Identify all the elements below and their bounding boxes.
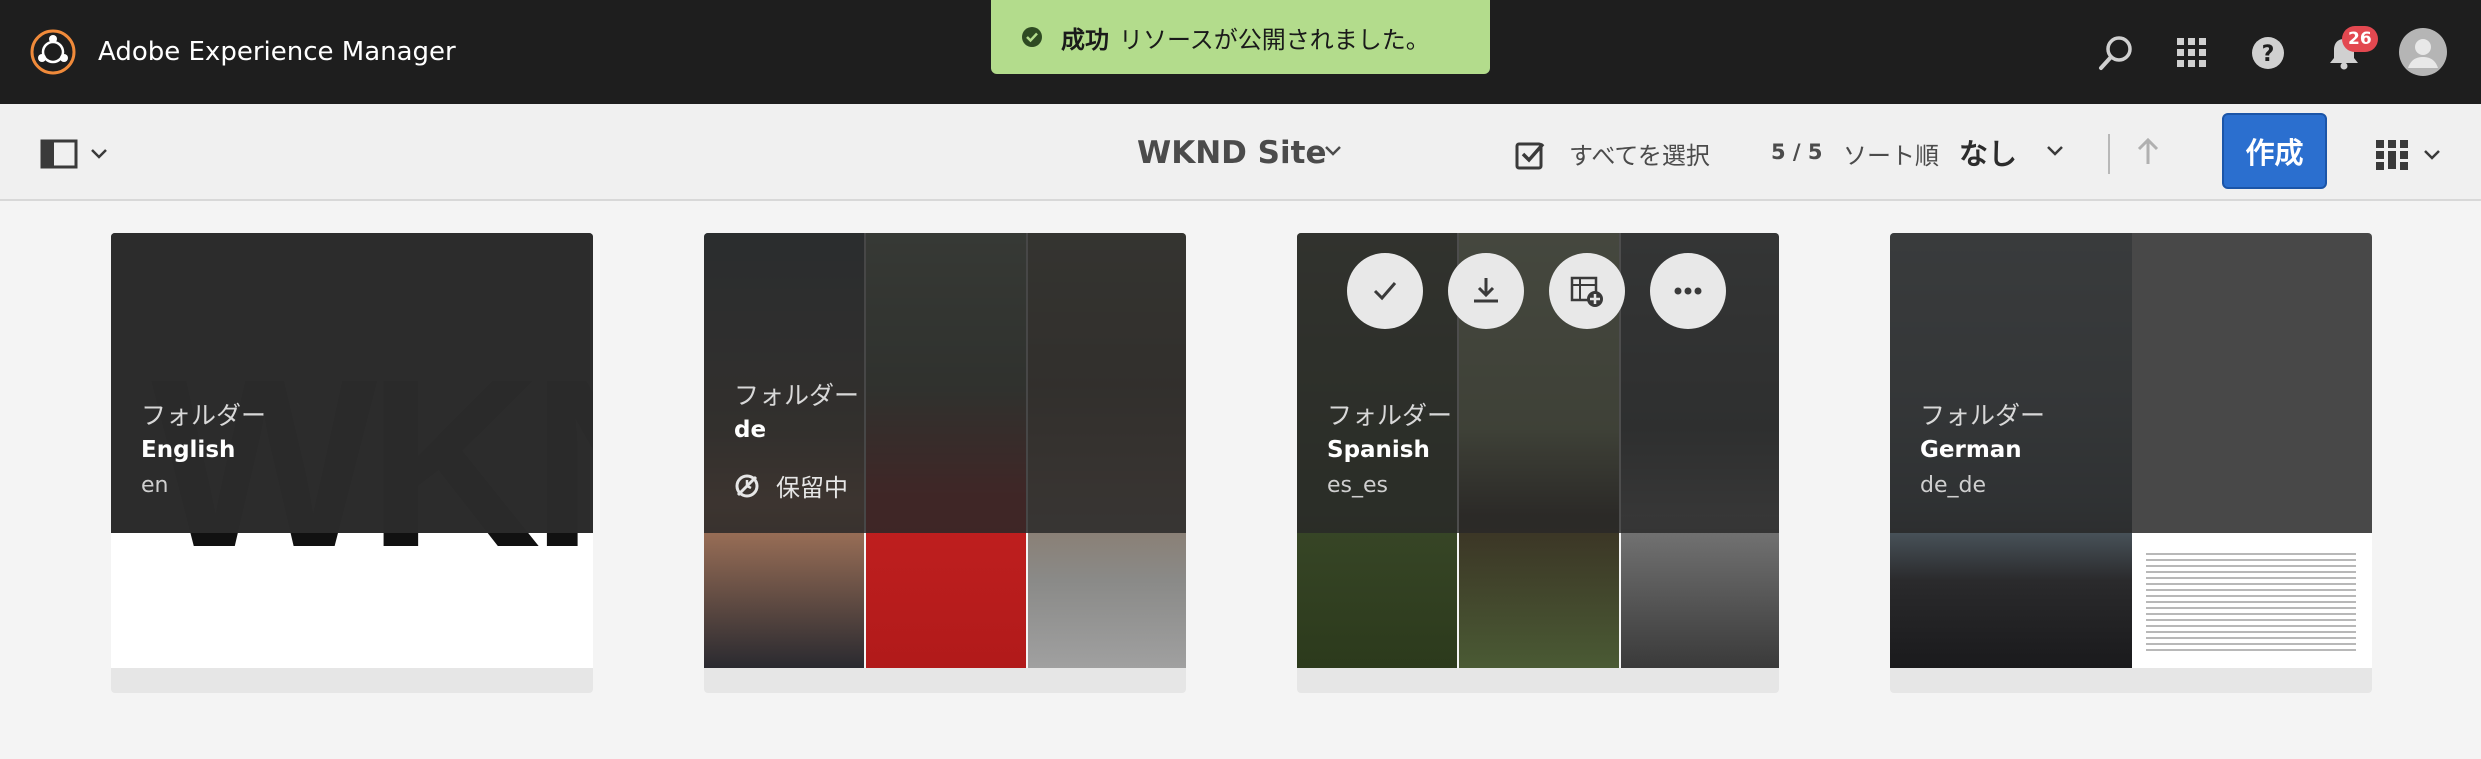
folder-card[interactable]: WKND フォルダー English en: [111, 233, 593, 693]
sort-dropdown[interactable]: なし: [1959, 131, 2017, 173]
card-type: フォルダー: [141, 401, 267, 430]
add-to-collection-icon[interactable]: [1549, 253, 1625, 329]
folder-thumbnail: フォルダー German de_de: [1890, 233, 2372, 668]
folder-card[interactable]: フォルダー Spanish es_es: [1297, 233, 1779, 693]
app-title[interactable]: Adobe Experience Manager: [98, 34, 456, 70]
download-icon[interactable]: [1448, 253, 1524, 329]
card-title[interactable]: de: [734, 417, 766, 443]
toast-message: リソースが公開されました。: [1119, 25, 1430, 54]
checkbox-icon: [1515, 142, 1545, 169]
status-label: 保留中: [776, 474, 848, 502]
site-title[interactable]: WKND Site: [1137, 132, 1326, 174]
card-title[interactable]: German: [1920, 437, 2022, 463]
folder-thumbnail: フォルダー Spanish es_es: [1297, 233, 1779, 668]
aem-logo-icon[interactable]: [29, 28, 77, 76]
toast-status: 成功: [1061, 25, 1109, 54]
svg-text:?: ?: [2262, 42, 2275, 67]
check-circle-icon: [1022, 27, 1042, 47]
select-check-icon[interactable]: [1347, 253, 1423, 329]
create-button[interactable]: 作成: [2222, 113, 2327, 189]
card-title[interactable]: Spanish: [1327, 437, 1430, 463]
help-icon[interactable]: ?: [2247, 32, 2289, 74]
more-icon[interactable]: [1650, 253, 1726, 329]
folder-card[interactable]: フォルダー German de_de: [1890, 233, 2372, 693]
card-overlay: [111, 233, 593, 533]
success-toast: 成功 リソースが公開されました。: [991, 0, 1490, 74]
action-bar: WKND Site すべてを選択 5 / 5 ソート順 なし 作成: [0, 104, 2481, 201]
chevron-down-icon: [2424, 150, 2440, 160]
view-switcher[interactable]: [2375, 138, 2441, 172]
card-type: フォルダー: [734, 381, 860, 410]
card-name: en: [141, 473, 169, 498]
sort-label: ソート順: [1843, 142, 1939, 170]
select-all-label: すべてを選択: [1569, 142, 1710, 170]
chevron-down-icon[interactable]: [1323, 144, 1343, 158]
card-type: フォルダー: [1327, 401, 1453, 430]
item-count: 5 / 5: [1771, 140, 1823, 164]
card-name: de_de: [1920, 473, 1986, 498]
folder-thumbnail: WKND フォルダー English en: [111, 233, 593, 668]
select-all-button[interactable]: すべてを選択: [1515, 136, 1710, 171]
card-title[interactable]: English: [141, 437, 235, 463]
app-grid-icon[interactable]: [2171, 32, 2213, 74]
sort-ascending-icon[interactable]: [2135, 136, 2161, 168]
chevron-down-icon: [91, 149, 107, 159]
chevron-down-icon[interactable]: [2045, 144, 2065, 158]
card-view-icon: [2376, 140, 2408, 170]
folder-thumbnail: フォルダー de 保留中: [704, 233, 1186, 668]
quick-actions: [1347, 253, 1726, 329]
notification-badge: 26: [2342, 26, 2378, 52]
user-avatar-icon[interactable]: [2398, 27, 2448, 77]
rail-toggle-icon: [40, 139, 78, 169]
folder-card[interactable]: フォルダー de 保留中: [704, 233, 1186, 693]
rail-toggle-button[interactable]: [40, 136, 120, 172]
card-name: es_es: [1327, 473, 1388, 498]
pending-icon: [735, 474, 759, 497]
card-type: フォルダー: [1920, 401, 2046, 430]
toolbar-divider: [2108, 134, 2110, 174]
search-icon[interactable]: [2095, 32, 2137, 74]
card-status: 保留中: [734, 468, 848, 503]
